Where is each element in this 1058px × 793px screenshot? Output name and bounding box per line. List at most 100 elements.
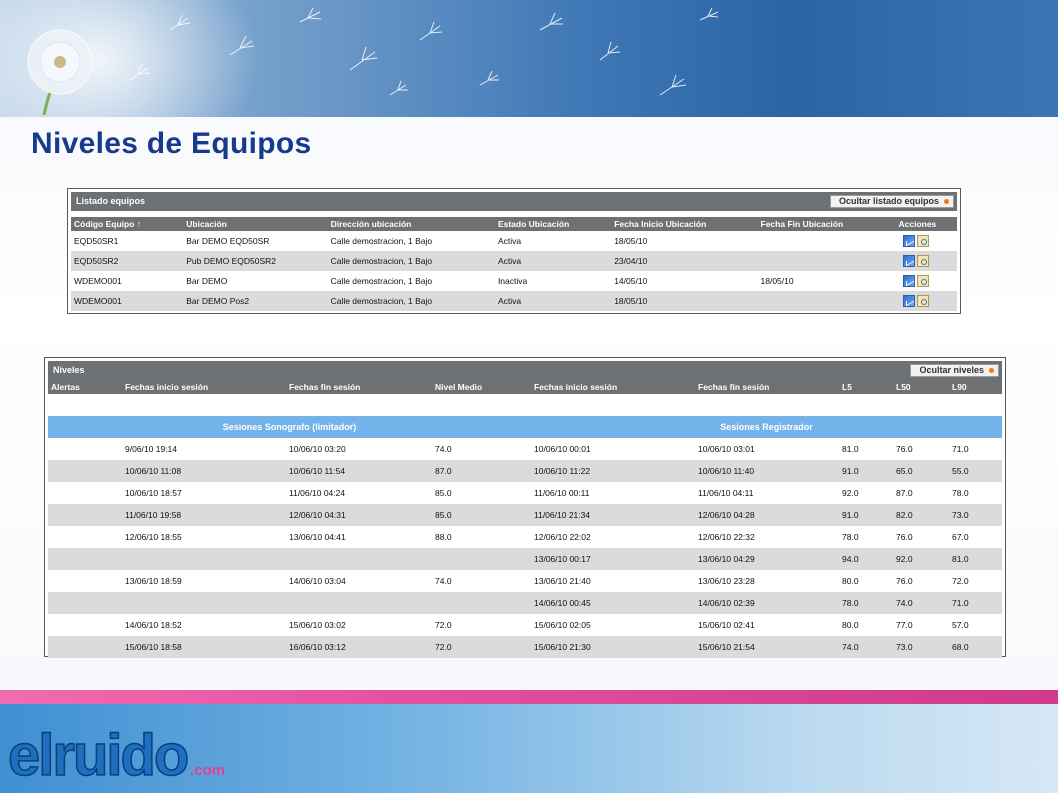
cell-fecha-fin: [757, 291, 878, 311]
cell-fecha-inicio: 23/04/10: [611, 251, 758, 271]
levels-panel: Niveles Ocultar niveles Sesiones Sonogra…: [44, 357, 1006, 658]
document-icon[interactable]: [917, 235, 930, 247]
cell-ubicacion: Bar DEMO: [183, 271, 328, 291]
cell-l90: 57.0: [949, 614, 1002, 636]
cell-alertas: [48, 504, 122, 526]
column-header-alertas: Alertas: [48, 380, 122, 394]
cell-l50: 77.0: [893, 614, 949, 636]
table-row: 10/06/10 11:08 10/06/10 11:54 87.0 10/06/10…: [48, 460, 1002, 482]
cell-inicio-sonografo: [122, 592, 286, 614]
column-header-fin-registrador: Fechas fin sesión: [695, 380, 839, 394]
cell-alertas: [48, 460, 122, 482]
cell-l90: 71.0: [949, 438, 1002, 460]
cell-alertas: [48, 592, 122, 614]
cell-inicio-sonografo: 10/06/10 18:57: [122, 482, 286, 504]
levels-title: Niveles: [53, 365, 85, 375]
cell-fin-sonografo: [286, 548, 432, 570]
cell-fecha-fin: 18/05/10: [757, 271, 878, 291]
cell-fin-registrador: 10/06/10 11:40: [695, 460, 839, 482]
document-icon[interactable]: [917, 295, 930, 307]
cell-l90: 67.0: [949, 526, 1002, 548]
cell-fin-registrador: 15/06/10 02:41: [695, 614, 839, 636]
table-row: EQD50SR2 Pub DEMO EQD50SR2 Calle demostr…: [71, 251, 957, 271]
cell-fin-registrador: 12/06/10 04:28: [695, 504, 839, 526]
cell-fin-registrador: 10/06/10 03:01: [695, 438, 839, 460]
cell-fin-sonografo: 10/06/10 03:20: [286, 438, 432, 460]
cell-l90: 73.0: [949, 504, 1002, 526]
footer-pink-bar: [0, 690, 1058, 704]
cell-acciones: [877, 251, 957, 271]
chart-icon[interactable]: [903, 295, 916, 307]
cell-l5: 81.0: [839, 438, 893, 460]
table-row: 12/06/10 18:55 13/06/10 04:41 88.0 12/06/10…: [48, 526, 1002, 548]
cell-ubicacion: Pub DEMO EQD50SR2: [183, 251, 328, 271]
levels-table: Sesiones Sonografo (limitador) Sesiones …: [48, 380, 1002, 658]
cell-inicio-registrador: 12/06/10 22:02: [531, 526, 695, 548]
column-header-ubicacion[interactable]: Ubicación: [183, 217, 328, 231]
cell-ubicacion: Bar DEMO EQD50SR: [183, 231, 328, 251]
chart-icon[interactable]: [903, 255, 916, 267]
column-header-estado[interactable]: Estado Ubicación: [494, 217, 612, 231]
document-icon[interactable]: [917, 255, 930, 267]
cell-fin-sonografo: [286, 592, 432, 614]
orange-dot-icon: [989, 368, 994, 373]
cell-fin-sonografo: 10/06/10 11:54: [286, 460, 432, 482]
column-header-direccion[interactable]: Dirección ubicación: [327, 217, 495, 231]
cell-inicio-sonografo: 10/06/10 11:08: [122, 460, 286, 482]
cell-inicio-sonografo: 13/06/10 18:59: [122, 570, 286, 592]
cell-fin-registrador: 15/06/10 21:54: [695, 636, 839, 658]
hide-levels-button[interactable]: Ocultar niveles: [910, 364, 999, 377]
logo-lettering: elruido: [8, 723, 188, 788]
equipment-list-title: Listado equipos: [76, 196, 146, 206]
cell-fin-registrador: 13/06/10 23:28: [695, 570, 839, 592]
equipment-table: Código Equipo ↑ Ubicación Dirección ubic…: [71, 217, 957, 311]
chart-icon[interactable]: [903, 235, 916, 247]
cell-l50: 76.0: [893, 438, 949, 460]
cell-l90: 68.0: [949, 636, 1002, 658]
cell-inicio-sonografo: 9/06/10 19:14: [122, 438, 286, 460]
cell-l50: 87.0: [893, 482, 949, 504]
column-header-inicio-sonografo: Fechas inicio sesión: [122, 380, 286, 394]
cell-inicio-registrador: 10/06/10 00:01: [531, 438, 695, 460]
chart-icon[interactable]: [903, 275, 916, 287]
cell-nivel-medio: 87.0: [432, 460, 531, 482]
cell-fin-registrador: 11/06/10 04:11: [695, 482, 839, 504]
cell-l5: 80.0: [839, 570, 893, 592]
cell-fin-sonografo: 16/06/10 03:12: [286, 636, 432, 658]
column-header-codigo[interactable]: Código Equipo ↑: [71, 217, 184, 231]
document-icon[interactable]: [917, 275, 930, 287]
table-row: 9/06/10 19:14 10/06/10 03:20 74.0 10/06/10 …: [48, 438, 1002, 460]
equipment-table-header: Código Equipo ↑ Ubicación Dirección ubic…: [71, 217, 957, 231]
cell-direccion: Calle demostracion, 1 Bajo: [327, 251, 495, 271]
cell-codigo: WDEMO001: [71, 271, 184, 291]
cell-direccion: Calle demostracion, 1 Bajo: [327, 271, 495, 291]
levels-table-body: 9/06/10 19:14 10/06/10 03:20 74.0 10/06/10 …: [48, 438, 1002, 658]
column-header-fecha-fin[interactable]: Fecha Fin Ubicación: [757, 217, 878, 231]
cell-codigo: EQD50SR1: [71, 231, 184, 251]
cell-l50: 74.0: [893, 592, 949, 614]
cell-inicio-sonografo: 15/06/10 18:58: [122, 636, 286, 658]
cell-acciones: [877, 271, 957, 291]
cell-fecha-inicio: 18/05/10: [611, 291, 758, 311]
cell-inicio-registrador: 14/06/10 00:45: [531, 592, 695, 614]
cell-alertas: [48, 570, 122, 592]
cell-nivel-medio: [432, 548, 531, 570]
cell-l5: 94.0: [839, 548, 893, 570]
cell-nivel-medio: 72.0: [432, 614, 531, 636]
cell-fin-sonografo: 14/06/10 03:04: [286, 570, 432, 592]
hide-equipment-list-label: Ocultar listado equipos: [838, 196, 939, 206]
cell-fin-registrador: 14/06/10 02:39: [695, 592, 839, 614]
column-header-l90: L90: [949, 380, 1002, 394]
cell-fin-sonografo: 11/06/10 04:24: [286, 482, 432, 504]
hide-equipment-list-button[interactable]: Ocultar listado equipos: [829, 195, 954, 208]
levels-table-header: Alertas Fechas inicio sesión Fechas fin …: [48, 380, 1002, 394]
cell-ubicacion: Bar DEMO Pos2: [183, 291, 328, 311]
cell-inicio-registrador: 13/06/10 00:17: [531, 548, 695, 570]
cell-fin-sonografo: 13/06/10 04:41: [286, 526, 432, 548]
cell-nivel-medio: 74.0: [432, 438, 531, 460]
levels-header: Niveles Ocultar niveles: [48, 361, 1002, 380]
cell-fin-registrador: 12/06/10 22:32: [695, 526, 839, 548]
cell-alertas: [48, 526, 122, 548]
column-header-fecha-inicio[interactable]: Fecha Inicio Ubicación: [611, 217, 758, 231]
table-row: WDEMO001 Bar DEMO Pos2 Calle demostracio…: [71, 291, 957, 311]
